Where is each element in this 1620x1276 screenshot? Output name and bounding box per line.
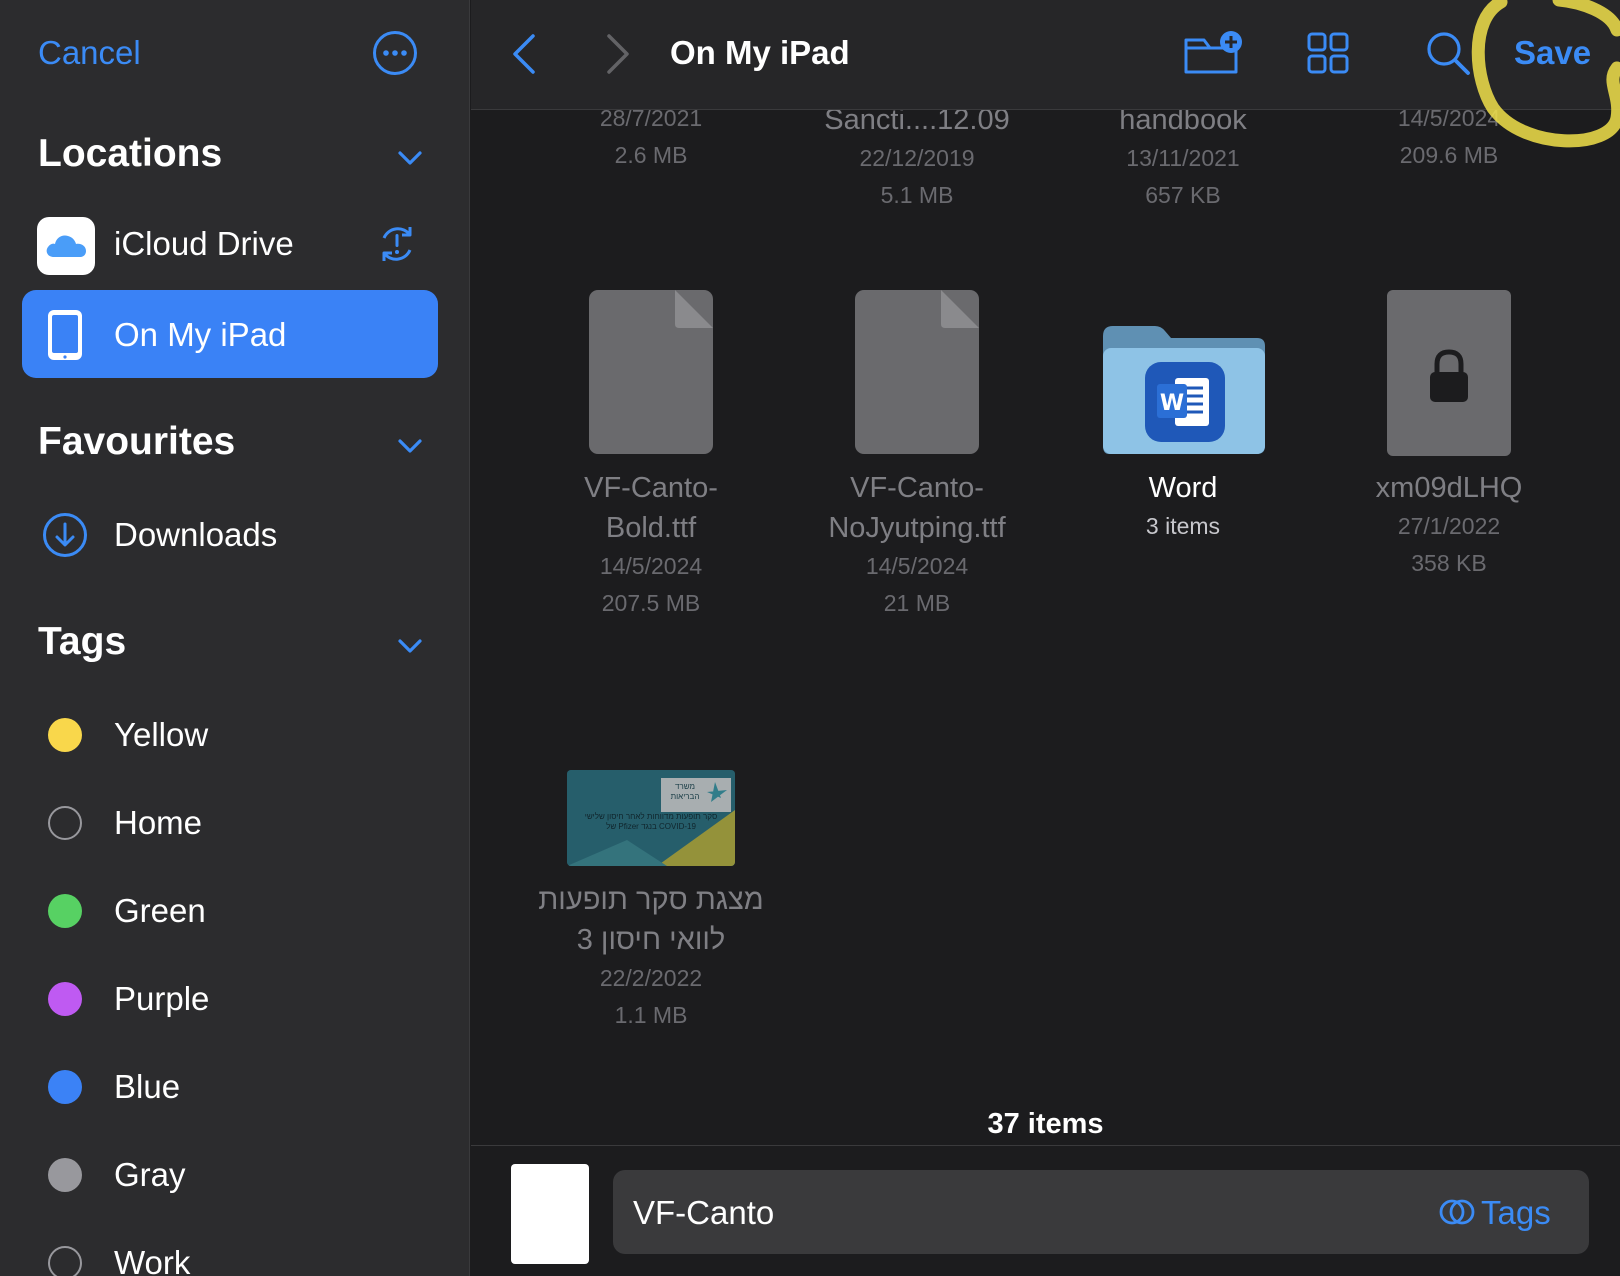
presentation-thumbnail: סקר תופעות מדווחות לאחר חיסון שלישי COVI… [567,770,735,866]
file-name: xm09dLHQ [1375,472,1523,504]
sidebar-item-label: Gray [114,1156,186,1193]
file-preview-thumbnail [511,1164,589,1264]
page-title: On My iPad [670,34,850,71]
sidebar-item-tag-home[interactable]: Home [22,788,438,858]
chevron-down-icon[interactable] [396,632,424,660]
file-size: 207.5 MB [601,590,701,616]
sidebar-item-icloud-drive[interactable]: iCloud Drive [22,207,438,279]
sync-alert-icon [376,223,418,265]
file-item-vf-canto-nojyutping[interactable]: VF-Canto- NoJyutping.ttf 14/5/2024 21 MB [777,290,1057,620]
search-icon[interactable] [1425,30,1471,76]
sidebar-item-label: Purple [114,980,210,1017]
file-size: 21 MB [883,590,951,616]
file-item-vf-canto-bold[interactable]: VF-Canto- Bold.ttf 14/5/2024 207.5 MB [511,290,791,620]
filename-input[interactable]: VF-Canto [633,1194,774,1232]
item-count: 37 items [987,1108,1104,1140]
file-name: מצגת סקר תופעות [538,884,764,916]
tag-color-dot [48,1070,82,1104]
file-size: 209.6 MB [1399,142,1499,168]
tag-color-dot [48,894,82,928]
file-item[interactable]: 14/5/2024 209.6 MB [1309,100,1589,174]
locations-heading: Locations [38,132,223,175]
tag-color-dot [48,982,82,1016]
folder-item-count: 3 items [1145,513,1221,539]
file-size: 657 KB [1145,182,1221,208]
sidebar-item-downloads[interactable]: Downloads [22,500,438,570]
new-folder-icon[interactable] [1183,28,1245,78]
forward-chevron-icon[interactable] [603,32,633,76]
filename-field[interactable]: VF-Canto Tags [613,1170,1589,1254]
chevron-down-icon[interactable] [396,144,424,172]
file-name: NoJyutping.ttf [828,512,1006,544]
thumbnail-text: COVID-19 בנגד Pfizer של [606,822,696,831]
tags-icon [1439,1194,1475,1230]
icloud-icon [37,217,95,275]
sidebar: Cancel Locations iCloud Drive On My iPad… [0,0,470,1276]
file-size: 2.6 MB [614,142,688,168]
sidebar-item-label: iCloud Drive [114,225,294,262]
sidebar-item-label: Work [114,1244,191,1276]
download-circle-icon [42,512,88,558]
ipad-icon [46,308,84,362]
file-name: לוואי חיסון 3 [576,924,726,956]
sidebar-item-label: On My iPad [114,316,287,353]
sidebar-item-tag-purple[interactable]: Purple [22,964,438,1034]
file-date: 14/5/2024 [865,553,969,579]
file-date: 27/1/2022 [1397,513,1501,539]
file-name: VF-Canto- [584,472,718,504]
sidebar-item-tag-green[interactable]: Green [22,876,438,946]
tags-heading: Tags [38,620,127,663]
tags-button[interactable]: Tags [1481,1194,1551,1232]
grid-view-icon[interactable] [1307,32,1349,74]
save-button[interactable]: Save [1514,34,1591,72]
file-size: 5.1 MB [880,182,954,208]
file-item[interactable]: 28/7/2021 2.6 MB [511,100,791,174]
tag-color-dot [48,806,82,840]
folder-name: Word [1148,472,1218,504]
thumbnail-brand: הבריאות [670,792,700,801]
file-item[interactable]: handbook 13/11/2021 657 KB [1043,100,1323,214]
file-name: VF-Canto- [850,472,984,504]
tag-color-dot [48,718,82,752]
file-date: 22/2/2022 [599,965,703,991]
tag-color-dot [48,1158,82,1192]
file-item[interactable]: Sancti....12.09 22/12/2019 5.1 MB [777,100,1057,214]
sidebar-item-on-my-ipad[interactable]: On My iPad [22,290,438,378]
chevron-down-icon[interactable] [396,432,424,460]
sidebar-item-tag-gray[interactable]: Gray [22,1140,438,1210]
navigation-bar: On My iPad Save [471,0,1620,110]
save-bar: VF-Canto Tags [471,1145,1620,1276]
file-size: 358 KB [1411,550,1487,576]
locked-document-icon [1387,290,1511,456]
sidebar-item-label: Green [114,892,206,929]
file-item-xm09dlhq[interactable]: xm09dLHQ 27/1/2022 358 KB [1309,290,1589,590]
thumbnail-text: סקר תופעות מדווחות לאחר חיסון שלישי [584,812,718,821]
back-chevron-icon[interactable] [509,32,539,76]
folder-icon: W [1099,322,1267,456]
sidebar-item-label: Yellow [114,716,209,753]
sidebar-item-label: Blue [114,1068,181,1105]
file-date: 22/12/2019 [859,145,975,171]
tag-color-dot [48,1246,82,1276]
document-icon [855,290,979,454]
file-name: Bold.ttf [605,512,697,544]
thumbnail-brand: משרד [675,782,695,791]
svg-text:W: W [1160,391,1184,416]
sidebar-item-tag-yellow[interactable]: Yellow [22,700,438,770]
favourites-heading: Favourites [38,420,236,463]
file-item-presentation[interactable]: סקר תופעות מדווחות לאחר חיסון שלישי COVI… [511,770,791,1030]
file-size: 1.1 MB [614,1002,688,1028]
sidebar-item-label: Downloads [114,516,278,553]
file-date: 14/5/2024 [599,553,703,579]
folder-item-word[interactable]: W Word 3 items [1043,290,1323,550]
more-options-icon[interactable] [372,30,418,76]
sidebar-item-tag-blue[interactable]: Blue [22,1052,438,1122]
file-date: 13/11/2021 [1126,145,1240,171]
file-browser: 28/7/2021 2.6 MB Sancti....12.09 22/12/2… [471,0,1620,1276]
document-icon [589,290,713,454]
cancel-button[interactable]: Cancel [38,34,141,72]
sidebar-item-tag-work[interactable]: Work [22,1228,438,1276]
sidebar-item-label: Home [114,804,203,841]
